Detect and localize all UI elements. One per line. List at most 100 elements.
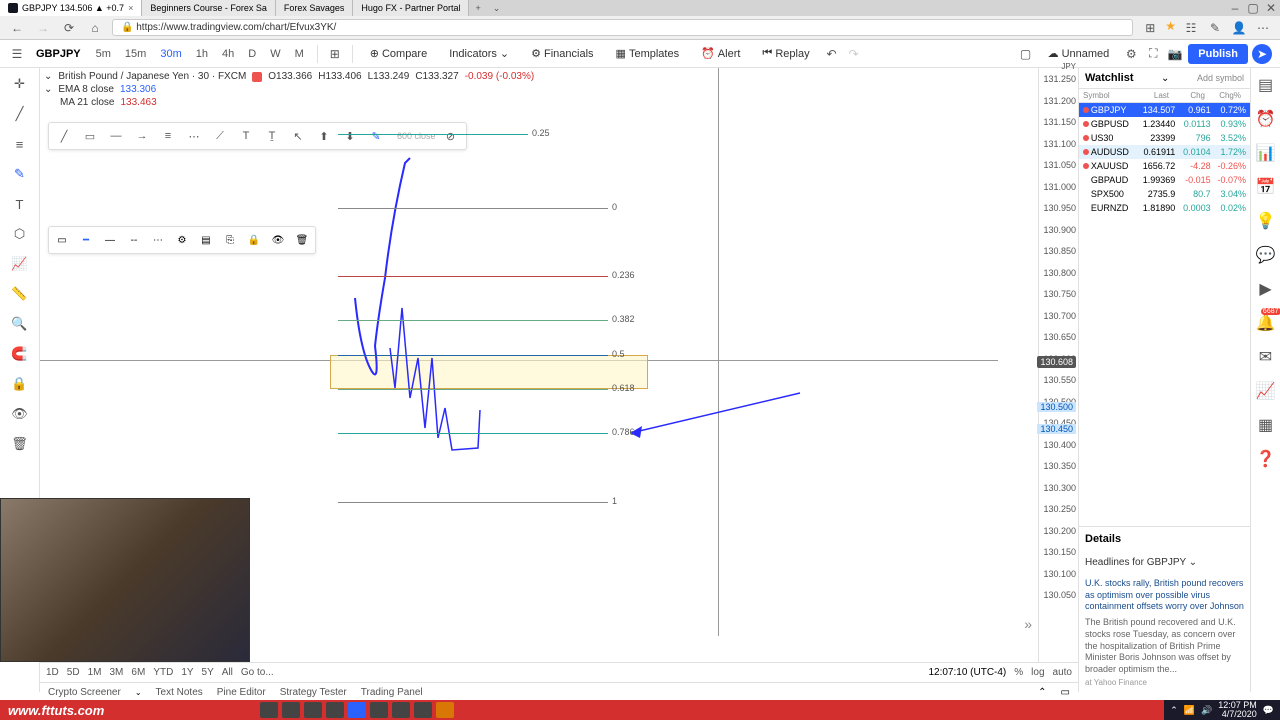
timeframe-15m[interactable]: 15m (120, 46, 151, 62)
minimize-icon[interactable]: – (1226, 0, 1244, 17)
range-6m[interactable]: 6M (131, 667, 145, 678)
tab-trading-panel[interactable]: Trading Panel (361, 687, 423, 698)
watchlist-row[interactable]: XAUUSD1656.72-4.28-0.26% (1079, 159, 1250, 173)
watchlist-row[interactable]: US30233997963.52% (1079, 131, 1250, 145)
watchlist-row[interactable]: GBPUSD1.234400.01130.93% (1079, 117, 1250, 131)
watchlist-row[interactable]: GBPJPY134.5070.9610.72% (1079, 103, 1250, 117)
fib-line[interactable] (338, 276, 608, 277)
refresh-icon[interactable]: ⟳ (60, 19, 78, 37)
watchlist-row[interactable]: EURNZD1.818900.00030.02% (1079, 201, 1250, 215)
taskbar-icon[interactable] (370, 702, 388, 718)
bookmark-star-icon[interactable]: ★ (1165, 19, 1176, 37)
timeframe-d[interactable]: D (243, 46, 261, 62)
compare-button[interactable]: ⊕ Compare (361, 43, 436, 64)
translate-icon[interactable]: ⊞ (1141, 19, 1159, 37)
brush-icon[interactable]: ✎ (6, 162, 34, 186)
taskbar-icon[interactable] (260, 702, 278, 718)
taskbar-icon[interactable] (436, 702, 454, 718)
watchlist-row[interactable]: AUDUSD0.619110.01041.72% (1079, 145, 1250, 159)
fib-line[interactable] (338, 433, 608, 434)
headlines-header[interactable]: Headlines for GBPJPY ⌄ (1079, 551, 1250, 574)
browser-tab-active[interactable]: GBPJPY 134.506 ▲ +0.7 × (0, 0, 142, 16)
range-1y[interactable]: 1Y (181, 667, 193, 678)
details-header[interactable]: Details (1079, 526, 1250, 551)
forecast-icon[interactable]: 📈 (6, 252, 34, 276)
watchlist-row[interactable]: SPX5002735.980.73.04% (1079, 187, 1250, 201)
range-5d[interactable]: 5D (67, 667, 80, 678)
taskbar-icon[interactable] (392, 702, 410, 718)
tab-crypto-screener[interactable]: Crypto Screener (48, 687, 121, 698)
url-input[interactable]: 🔒 https://www.tradingview.com/chart/Efvu… (112, 19, 1133, 36)
demand-zone-rect[interactable] (330, 355, 648, 389)
fib-line[interactable] (338, 320, 608, 321)
tab-text-notes[interactable]: Text Notes (156, 687, 203, 698)
close-window-icon[interactable]: ✕ (1262, 0, 1280, 17)
candle-style-icon[interactable]: ⊞ (326, 45, 344, 63)
stream-icon[interactable]: ▶ (1255, 278, 1277, 300)
lock-tool-icon[interactable]: 🔒 (6, 372, 34, 396)
tab-pine-editor[interactable]: Pine Editor (217, 687, 266, 698)
fib-icon[interactable]: ≡ (6, 132, 34, 156)
range-ytd[interactable]: YTD (153, 667, 173, 678)
layout-icon[interactable]: ▢ (1017, 45, 1035, 63)
notifications-tray-icon[interactable]: 💬 (1263, 705, 1274, 716)
range-3m[interactable]: 3M (110, 667, 124, 678)
home-icon[interactable]: ⌂ (86, 19, 104, 37)
financials-button[interactable]: ⚙ Financials (522, 43, 602, 64)
fib-line[interactable] (338, 355, 608, 356)
settings-gear-icon[interactable]: ⚙ (1122, 45, 1140, 63)
browser-tab[interactable]: Forex Savages (276, 0, 354, 16)
watchlist-menu-icon[interactable]: ⌄ (1161, 73, 1169, 84)
scroll-right-icon[interactable]: » (1024, 616, 1032, 632)
wifi-icon[interactable]: 📶 (1184, 705, 1195, 716)
timeframe-1h[interactable]: 1h (191, 46, 213, 62)
replay-button[interactable]: ⏮ Replay (753, 43, 818, 64)
tab-menu-icon[interactable]: ⌄ (487, 3, 507, 14)
trendline-icon[interactable]: ╱ (6, 102, 34, 126)
taskbar-icon[interactable] (326, 702, 344, 718)
range-1d[interactable]: 1D (46, 667, 59, 678)
templates-button[interactable]: ▦ Templates (607, 43, 689, 64)
fib-line[interactable] (338, 134, 528, 135)
fib-line[interactable] (338, 502, 608, 503)
add-symbol-button[interactable]: Add symbol (1197, 73, 1244, 83)
browser-tab[interactable]: Hugo FX - Partner Portal (353, 0, 469, 16)
symbol-button[interactable]: GBPJPY (30, 48, 87, 60)
menu-icon[interactable]: ⋯ (1254, 19, 1272, 37)
trash-icon[interactable]: 🗑 (6, 432, 34, 456)
zoom-icon[interactable]: 🔍 (6, 312, 34, 336)
fib-line[interactable] (338, 208, 608, 209)
share-icon[interactable]: ➤ (1252, 44, 1272, 64)
browser-tab[interactable]: Beginners Course - Forex Sa (142, 0, 276, 16)
layout-name-button[interactable]: ☁ Unnamed (1039, 43, 1119, 64)
measure-icon[interactable]: 📏 (6, 282, 34, 306)
maximize-icon[interactable]: ▢ (1244, 0, 1262, 17)
text-tool-icon[interactable]: T (6, 192, 34, 216)
dm-icon[interactable]: ✉ (1255, 346, 1277, 368)
fib-line[interactable] (338, 389, 608, 390)
snapshot-icon[interactable]: 📷 (1166, 45, 1184, 63)
auto-toggle[interactable]: auto (1053, 667, 1072, 678)
notifications-icon[interactable]: 🔔6687 (1255, 312, 1277, 334)
profile-icon[interactable]: 👤 (1230, 19, 1248, 37)
cursor-icon[interactable]: ✛ (6, 72, 34, 96)
range-5y[interactable]: 5Y (202, 667, 214, 678)
timeframe-30m[interactable]: 30m (155, 46, 186, 62)
eye-icon[interactable]: 👁 (6, 402, 34, 426)
log-toggle[interactable]: log (1031, 667, 1044, 678)
reading-icon[interactable]: ☷ (1182, 19, 1200, 37)
panel-toggle-icon[interactable]: ▭ (1061, 687, 1070, 698)
back-icon[interactable]: ← (8, 19, 26, 37)
tray-icon[interactable]: ⌃ (1170, 705, 1178, 716)
help-icon[interactable]: ❓ (1255, 448, 1277, 470)
ideas-icon[interactable]: 💡 (1255, 210, 1277, 232)
notes-icon[interactable]: ✎ (1206, 19, 1224, 37)
taskbar-icon[interactable] (348, 702, 366, 718)
watchlist-icon[interactable]: ▤ (1255, 74, 1277, 96)
close-icon[interactable]: × (128, 3, 133, 13)
undo-icon[interactable]: ↶ (823, 45, 841, 63)
order-panel-icon[interactable]: 📈 (1255, 380, 1277, 402)
timeframe-4h[interactable]: 4h (217, 46, 239, 62)
magnet-icon[interactable]: 🧲 (6, 342, 34, 366)
taskbar-icon[interactable] (414, 702, 432, 718)
